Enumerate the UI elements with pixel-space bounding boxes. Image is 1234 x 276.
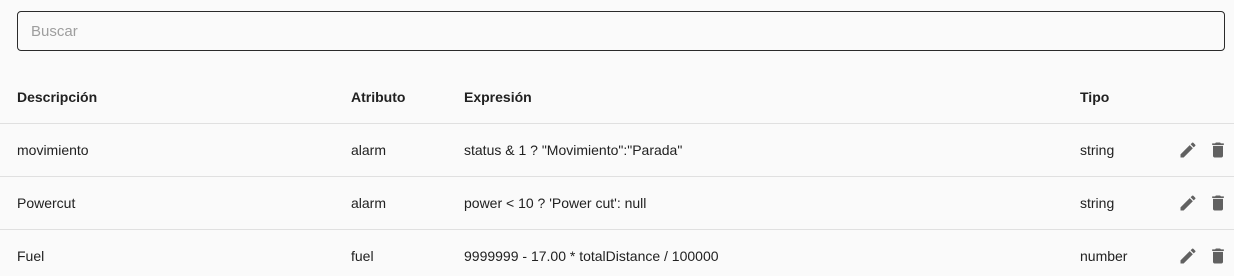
cell-type: number bbox=[1080, 248, 1128, 264]
column-header-description: Descripción bbox=[17, 88, 98, 105]
row-actions bbox=[1176, 177, 1230, 229]
cell-description: Powercut bbox=[17, 195, 76, 211]
cell-expression: 9999999 - 17.00 * totalDistance / 100000 bbox=[464, 248, 719, 264]
cell-type: string bbox=[1080, 142, 1115, 158]
cell-type: string bbox=[1080, 195, 1115, 211]
cell-expression: status & 1 ? "Movimiento":"Parada" bbox=[464, 142, 683, 158]
cell-expression: power < 10 ? 'Power cut': null bbox=[464, 195, 647, 211]
edit-icon[interactable] bbox=[1176, 138, 1200, 162]
delete-icon[interactable] bbox=[1206, 191, 1230, 215]
table-row: Powercut alarm power < 10 ? 'Power cut':… bbox=[0, 177, 1234, 230]
edit-icon[interactable] bbox=[1176, 244, 1200, 268]
delete-icon[interactable] bbox=[1206, 244, 1230, 268]
cell-attribute: alarm bbox=[351, 195, 387, 211]
column-header-attribute: Atributo bbox=[351, 88, 406, 105]
table-header: Descripción Atributo Expresión Tipo bbox=[0, 70, 1234, 124]
cell-attribute: fuel bbox=[351, 248, 374, 264]
cell-attribute: alarm bbox=[351, 142, 387, 158]
table-row: movimiento alarm status & 1 ? "Movimient… bbox=[0, 124, 1234, 177]
search-box bbox=[17, 11, 1225, 51]
edit-icon[interactable] bbox=[1176, 191, 1200, 215]
delete-icon[interactable] bbox=[1206, 138, 1230, 162]
row-actions bbox=[1176, 124, 1230, 176]
row-actions bbox=[1176, 230, 1230, 276]
attributes-table: Descripción Atributo Expresión Tipo movi… bbox=[0, 70, 1234, 276]
column-header-expression: Expresión bbox=[464, 88, 532, 105]
column-header-type: Tipo bbox=[1080, 88, 1110, 105]
computed-attributes-page: Descripción Atributo Expresión Tipo movi… bbox=[0, 0, 1234, 276]
table-row: Fuel fuel 9999999 - 17.00 * totalDistanc… bbox=[0, 230, 1234, 276]
cell-description: Fuel bbox=[17, 248, 45, 264]
cell-description: movimiento bbox=[17, 142, 89, 158]
search-input[interactable] bbox=[18, 12, 1224, 50]
